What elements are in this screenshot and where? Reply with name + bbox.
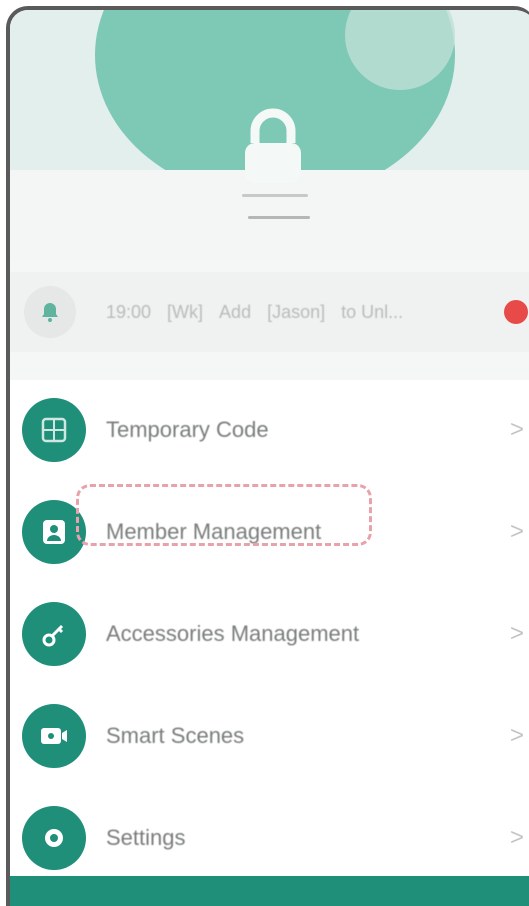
notification-badge [504, 300, 528, 324]
notification-text: 19:00 [Wk] Add [Jason] to Unl... [106, 302, 403, 323]
scene-icon [22, 704, 86, 768]
menu-item-settings[interactable]: Settings > [10, 788, 529, 888]
hero-status-subline [248, 216, 310, 219]
menu-item-temporary-code[interactable]: Temporary Code > [10, 380, 529, 480]
menu-label-accessories-management: Accessories Management [106, 621, 360, 646]
chevron-right-icon: > [510, 620, 525, 647]
chevron-right-icon: > [510, 518, 525, 545]
chevron-right-icon: > [510, 722, 525, 749]
notification-bar[interactable]: 19:00 [Wk] Add [Jason] to Unl... [10, 272, 529, 352]
chevron-right-icon: > [510, 824, 525, 851]
member-management-highlight [76, 484, 372, 546]
lock-icon[interactable] [235, 105, 311, 185]
notice-target: to Unl... [341, 301, 404, 322]
keypad-icon [22, 398, 86, 462]
menu-label-temporary-code: Temporary Code [106, 417, 269, 442]
menu-item-accessories-management[interactable]: Accessories Management > [10, 584, 529, 684]
key-icon [22, 602, 86, 666]
menu-label-smart-scenes: Smart Scenes [106, 723, 245, 748]
bell-icon [24, 286, 76, 338]
notice-user: [Jason] [267, 301, 326, 322]
phone-frame: 19:00 [Wk] Add [Jason] to Unl... Tempora… [6, 6, 529, 906]
menu-label-settings: Settings [106, 825, 186, 850]
gear-icon [22, 806, 86, 870]
hero-status-line [242, 194, 308, 197]
bottom-bar [10, 876, 529, 906]
notice-week: [Wk] [167, 301, 204, 322]
notice-time: 19:00 [106, 301, 152, 322]
menu-item-smart-scenes[interactable]: Smart Scenes > [10, 686, 529, 786]
menu-list: Temporary Code > Member Management > Acc… [10, 380, 529, 900]
notice-action: Add [219, 301, 252, 322]
lock-hero [10, 10, 529, 260]
chevron-right-icon: > [510, 416, 525, 443]
